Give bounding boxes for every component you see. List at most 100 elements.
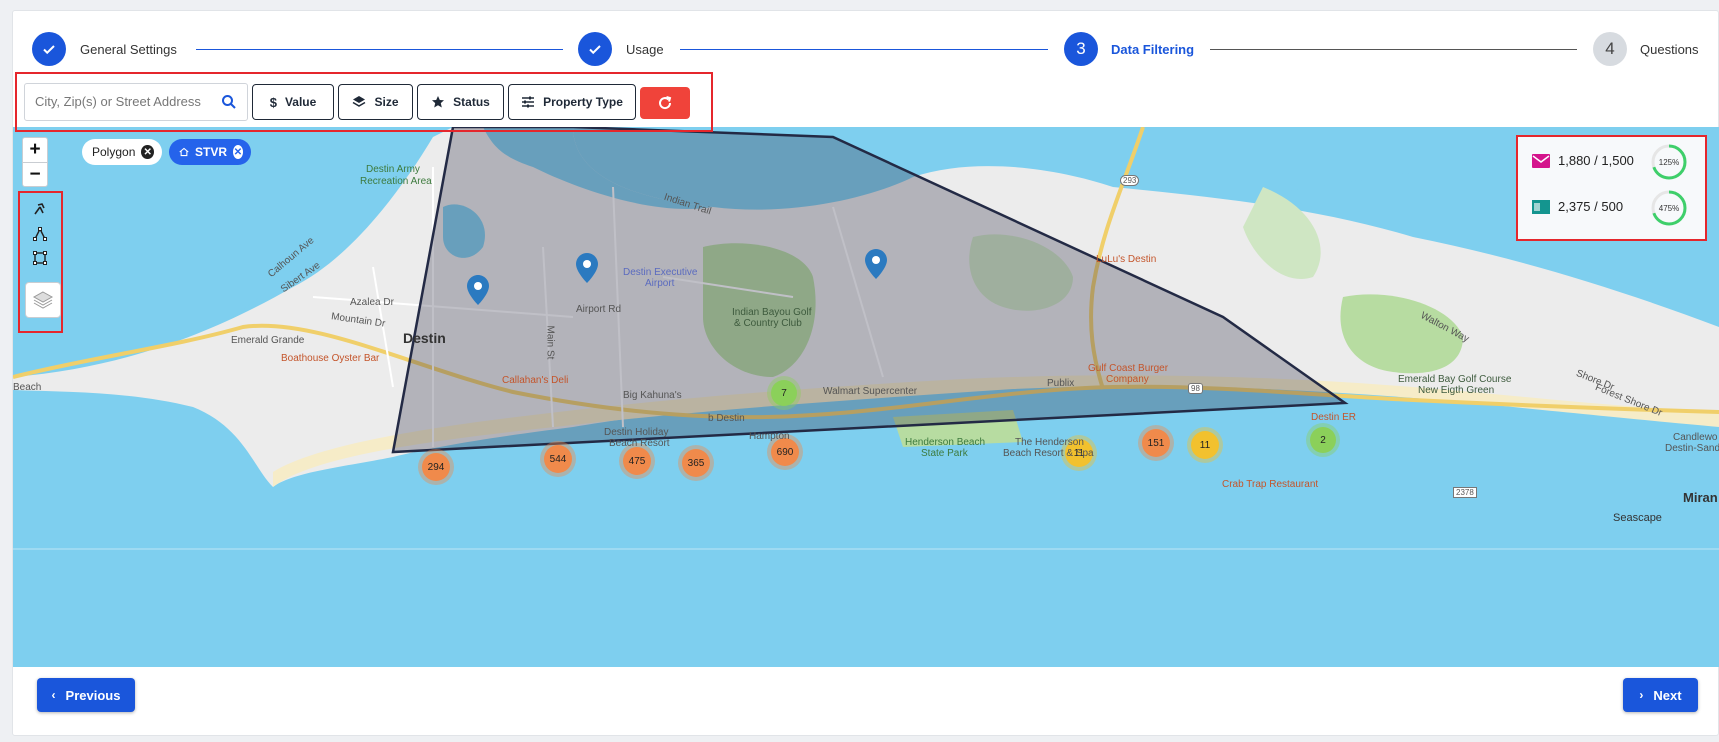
button-label: Property Type	[543, 95, 623, 109]
location-pin-icon[interactable]	[467, 275, 489, 305]
gauge-label: 475%	[1658, 203, 1680, 213]
map-label: Big Kahuna's	[623, 390, 682, 401]
step-2-label[interactable]: Usage	[626, 42, 664, 57]
map-label: & Country Club	[734, 318, 802, 329]
map-label: Hampton	[749, 431, 790, 442]
size-filter-button[interactable]: Size	[338, 84, 413, 120]
map-label: b Destin	[708, 413, 745, 424]
button-label: Status	[453, 95, 490, 109]
filter-chip-polygon: Polygon ✕	[82, 139, 162, 165]
freehand-draw-icon[interactable]	[29, 198, 51, 220]
stat-value: 2,375 / 500	[1558, 199, 1624, 214]
search-icon[interactable]	[221, 94, 237, 110]
map-label: Indian Bayou Golf	[732, 307, 812, 318]
next-button[interactable]: › Next	[1623, 678, 1698, 712]
cluster-marker[interactable]: 2	[1310, 427, 1336, 453]
map-label: Boathouse Oyster Bar	[281, 353, 380, 364]
cluster-marker[interactable]: 151	[1142, 429, 1170, 457]
cluster-marker[interactable]: 365	[682, 449, 710, 477]
layers-button[interactable]	[25, 282, 61, 318]
button-label: Size	[374, 95, 399, 109]
cluster-marker[interactable]: 544	[544, 445, 572, 473]
cluster-marker[interactable]: 11	[1191, 431, 1219, 459]
usage-stats-panel: 1,880 / 1,500 125% 2,375 / 500 475%	[1516, 135, 1707, 241]
map-label: Company	[1106, 374, 1149, 385]
chip-label: Polygon	[92, 145, 136, 159]
location-pin-icon[interactable]	[865, 249, 887, 279]
map-label: Airport	[645, 278, 675, 289]
value-filter-button[interactable]: $ Value	[252, 84, 334, 120]
map-label: Destin Holiday	[604, 427, 669, 438]
step-3-label[interactable]: Data Filtering	[1111, 42, 1194, 57]
map-label: Destin Army	[366, 164, 420, 175]
location-pin-icon[interactable]	[576, 253, 598, 283]
step-connector	[196, 49, 563, 50]
chip-remove-icon[interactable]: ✕	[141, 145, 154, 159]
map-label: Beach Resort	[609, 438, 670, 449]
envelope-icon	[1532, 153, 1550, 168]
cluster-marker[interactable]: 7	[771, 380, 797, 406]
previous-button[interactable]: ‹ Previous	[37, 678, 135, 712]
map-canvas[interactable]: 294 544 475 365 690 7 11 151 11 2 Destin…	[13, 127, 1719, 667]
map-label: LuLu's Destin	[1096, 254, 1157, 265]
map-label: Beach Resort & Spa	[1003, 448, 1094, 459]
step-4-label[interactable]: Questions	[1640, 42, 1699, 57]
rectangle-draw-icon[interactable]	[29, 247, 51, 269]
home-icon	[179, 147, 189, 157]
map-label: Candlewo	[1673, 432, 1718, 443]
polygon-draw-icon[interactable]	[29, 223, 51, 245]
highway-shield: 98	[1188, 383, 1203, 394]
highway-shield: 2378	[1453, 487, 1477, 498]
cluster-marker[interactable]: 294	[422, 453, 450, 481]
layers-icon	[32, 291, 54, 309]
step-1-label[interactable]: General Settings	[80, 42, 177, 57]
zoom-out-button[interactable]: −	[23, 162, 47, 187]
chevron-left-icon: ‹	[51, 688, 56, 702]
chip-label: STVR	[194, 145, 227, 159]
status-filter-button[interactable]: Status	[417, 84, 504, 120]
stat-value: 1,880 / 1,500	[1558, 153, 1634, 168]
filter-chip-stvr: STVR ✕	[169, 139, 251, 165]
button-label: Next	[1653, 687, 1682, 703]
property-type-filter-button[interactable]: Property Type	[508, 84, 636, 120]
gauge-label: 125%	[1658, 157, 1680, 167]
map-label: Emerald Bay Golf Course	[1398, 374, 1512, 385]
button-label: Value	[284, 95, 317, 109]
dollar-icon: $	[269, 94, 277, 110]
step-2-check-icon[interactable]	[578, 32, 612, 66]
chip-remove-icon[interactable]: ✕	[233, 145, 243, 159]
progress-gauge: 475%	[1650, 189, 1688, 227]
layers-icon	[353, 96, 366, 107]
map-label: Gulf Coast Burger	[1088, 363, 1169, 374]
cluster-marker[interactable]: 690	[771, 438, 799, 466]
map-label: Destin ER	[1311, 412, 1357, 423]
map-label: Miran	[1683, 490, 1718, 505]
step-3-number[interactable]: 3	[1064, 32, 1098, 66]
star-icon	[432, 96, 445, 108]
search-input[interactable]	[33, 93, 217, 110]
map-label: The Henderson	[1015, 437, 1084, 448]
map-label: Callahan's Deli	[502, 375, 569, 386]
step-connector	[1210, 49, 1577, 50]
refresh-icon	[659, 96, 672, 110]
step-1-check-icon[interactable]	[32, 32, 66, 66]
reset-filters-button[interactable]	[640, 87, 690, 119]
zoom-in-button[interactable]: +	[23, 138, 47, 162]
step-4-number[interactable]: 4	[1593, 32, 1627, 66]
highway-shield: 293	[1120, 175, 1140, 186]
search-box	[24, 83, 248, 121]
map-label: State Park	[921, 448, 968, 459]
progress-gauge: 125%	[1650, 143, 1688, 181]
map-label: Recreation Area	[360, 176, 432, 187]
map-label: Airport Rd	[576, 304, 622, 315]
map-label: Walmart Supercenter	[823, 386, 918, 397]
map-label: Azalea Dr	[350, 297, 394, 308]
step-connector	[680, 49, 1048, 50]
map-label: Destin	[403, 330, 446, 346]
map-label: New Eigth Green	[1418, 385, 1495, 396]
stat-row-postcard: 2,375 / 500	[1532, 199, 1623, 214]
cluster-marker[interactable]: 475	[623, 447, 651, 475]
map-label: Henderson Beach	[905, 437, 986, 448]
map-label: Beach	[13, 382, 42, 393]
button-label: Previous	[65, 687, 121, 703]
